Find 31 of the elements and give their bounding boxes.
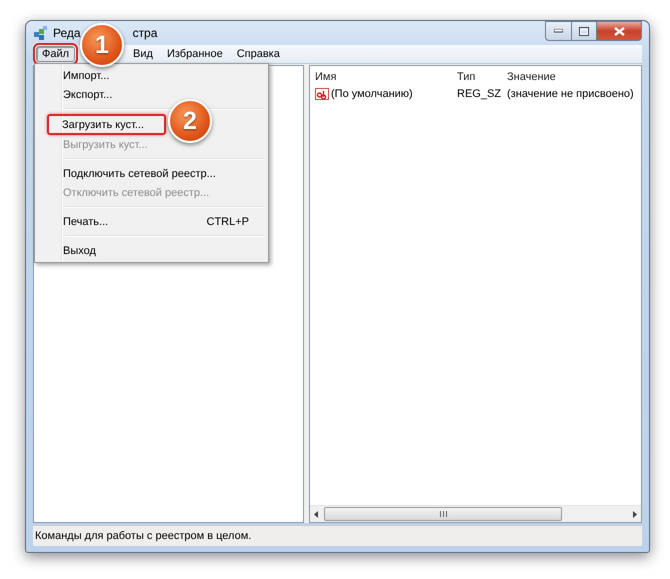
close-button[interactable]: [597, 21, 642, 41]
menu-item[interactable]: Загрузить куст...: [47, 114, 166, 135]
maximize-icon: [579, 26, 589, 36]
status-bar-text: Команды для работы с реестром в целом.: [33, 525, 642, 546]
scroll-right-icon: [633, 510, 637, 518]
horizontal-scrollbar[interactable]: [310, 505, 641, 522]
menu-item[interactable]: Вид: [127, 46, 159, 62]
maximize-button[interactable]: [572, 21, 597, 41]
grip-icon: [440, 511, 446, 517]
value-name[interactable]: (По умолчанию): [331, 88, 413, 100]
menu-item[interactable]: Подключить сетевой реестр...: [37, 164, 266, 183]
menu-item[interactable]: Справка: [230, 46, 286, 62]
column-header[interactable]: Тип: [452, 66, 502, 86]
scroll-left-icon: [314, 510, 318, 518]
menu-item[interactable]: Импорт...: [37, 66, 266, 85]
window-title: стра: [132, 26, 158, 40]
menu-item[interactable]: Избранное: [160, 46, 229, 62]
table-cell-text: (значение не присвоено): [506, 87, 635, 102]
minimize-icon: [554, 29, 563, 33]
table-cell-text: REG_SZ: [456, 87, 502, 102]
column-header[interactable]: Имя: [310, 66, 452, 86]
column-header[interactable]: Значение: [502, 66, 641, 86]
menu-item[interactable]: Выход: [37, 241, 266, 260]
window-title: Реда: [53, 26, 81, 40]
menu-item[interactable]: Печать... CTRL+P: [37, 212, 266, 231]
shortcut-label: CTRL+P: [206, 216, 250, 228]
close-icon: [614, 26, 624, 36]
minimize-button[interactable]: [545, 21, 572, 41]
string-value-icon: [315, 88, 329, 100]
menu-item[interactable]: Файл: [36, 46, 76, 62]
app-icon: [33, 25, 49, 41]
